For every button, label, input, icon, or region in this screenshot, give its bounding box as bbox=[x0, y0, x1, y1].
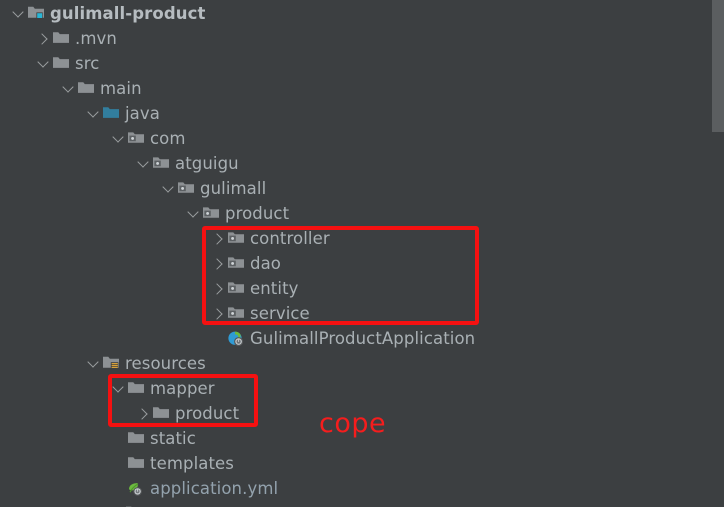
tree-row-service[interactable]: service bbox=[0, 301, 310, 326]
chevron-down-icon[interactable] bbox=[60, 76, 77, 101]
chevron-down-icon[interactable] bbox=[10, 1, 27, 26]
tree-row-entity[interactable]: entity bbox=[0, 276, 299, 301]
tree-row-label: dao bbox=[250, 254, 281, 273]
chevron-right-icon[interactable] bbox=[210, 276, 227, 301]
tree-row-templates[interactable]: templates bbox=[0, 451, 234, 476]
chevron-placeholder bbox=[110, 476, 127, 501]
tree-row-label: java bbox=[125, 104, 160, 123]
tree-row-label: com bbox=[150, 129, 186, 148]
chevron-down-icon[interactable] bbox=[110, 126, 127, 151]
package-icon bbox=[152, 151, 170, 176]
tree-row-gulimallproductapplication[interactable]: GulimallProductApplication bbox=[0, 326, 475, 351]
tree-row-controller[interactable]: controller bbox=[0, 226, 330, 251]
package-icon bbox=[202, 201, 220, 226]
tree-row-label: src bbox=[75, 54, 100, 73]
tree-row-java[interactable]: java bbox=[0, 101, 160, 126]
tree-row-label: main bbox=[100, 79, 142, 98]
package-icon bbox=[227, 226, 245, 251]
folder-icon bbox=[52, 51, 70, 76]
spring-yaml-file-icon bbox=[127, 476, 145, 501]
chevron-placeholder bbox=[210, 326, 227, 351]
vertical-scrollbar-track[interactable] bbox=[712, 0, 724, 507]
resources-root-folder-icon bbox=[102, 351, 120, 376]
tree-row-main[interactable]: main bbox=[0, 76, 142, 101]
folder-icon bbox=[127, 426, 145, 451]
tree-row-label: gulimall bbox=[200, 179, 267, 198]
tree-row-com[interactable]: com bbox=[0, 126, 186, 151]
tree-row-mapper[interactable]: mapper bbox=[0, 376, 215, 401]
folder-icon bbox=[77, 76, 95, 101]
tree-row-label: mapper bbox=[150, 379, 215, 398]
folder-icon bbox=[125, 500, 143, 507]
clipped-tree-row bbox=[0, 500, 712, 507]
tree-row--mvn[interactable]: .mvn bbox=[0, 26, 117, 51]
tree-row-static[interactable]: static bbox=[0, 426, 196, 451]
tree-row-label: service bbox=[250, 304, 310, 323]
chevron-down-icon[interactable] bbox=[85, 101, 102, 126]
package-icon bbox=[177, 176, 195, 201]
project-tree-panel: gulimall-product .mvn src main java com atguig… bbox=[0, 0, 724, 507]
chevron-down-icon[interactable] bbox=[85, 351, 102, 376]
tree-row-atguigu[interactable]: atguigu bbox=[0, 151, 239, 176]
tree-row-src[interactable]: src bbox=[0, 51, 99, 76]
spring-boot-class-icon bbox=[227, 326, 245, 351]
tree-row-label: gulimall-product bbox=[50, 4, 206, 23]
tree-row-label: resources bbox=[125, 354, 206, 373]
tree-row-label: .mvn bbox=[75, 29, 117, 48]
folder-icon bbox=[152, 401, 170, 426]
source-root-folder-icon bbox=[102, 101, 120, 126]
chevron-down-icon[interactable] bbox=[185, 201, 202, 226]
tree-row-product[interactable]: product bbox=[0, 401, 239, 426]
tree-row-application-yml[interactable]: application.yml bbox=[0, 476, 278, 501]
tree-row-gulimall-product[interactable]: gulimall-product bbox=[0, 1, 205, 26]
package-icon bbox=[227, 301, 245, 326]
chevron-down-icon[interactable] bbox=[110, 376, 127, 401]
chevron-placeholder bbox=[110, 426, 127, 451]
tree-row-product[interactable]: product bbox=[0, 201, 289, 226]
tree-row-label: GulimallProductApplication bbox=[250, 329, 476, 348]
chevron-right-icon[interactable] bbox=[35, 26, 52, 51]
chevron-right-icon[interactable] bbox=[210, 251, 227, 276]
chevron-down-icon[interactable] bbox=[135, 151, 152, 176]
tree-row-label: application.yml bbox=[150, 479, 279, 498]
tree-row-label: controller bbox=[250, 229, 330, 248]
tree-row-gulimall[interactable]: gulimall bbox=[0, 176, 266, 201]
tree-row-label: static bbox=[150, 429, 196, 448]
chevron-right-icon[interactable] bbox=[135, 401, 152, 426]
vertical-scrollbar-thumb[interactable] bbox=[712, 0, 724, 132]
chevron-down-icon[interactable] bbox=[35, 51, 52, 76]
tree-row-resources[interactable]: resources bbox=[0, 351, 206, 376]
tree-row-label: templates bbox=[150, 454, 234, 473]
package-icon bbox=[227, 276, 245, 301]
tree-row-dao[interactable]: dao bbox=[0, 251, 281, 276]
folder-icon bbox=[127, 451, 145, 476]
cope-annotation-text: cope bbox=[319, 408, 387, 439]
tree-row-label: entity bbox=[250, 279, 299, 298]
module-folder-icon bbox=[27, 1, 45, 26]
tree-row-label: product bbox=[225, 204, 290, 223]
package-icon bbox=[227, 251, 245, 276]
folder-icon bbox=[52, 26, 70, 51]
chevron-right-icon[interactable] bbox=[210, 226, 227, 251]
chevron-placeholder bbox=[110, 451, 127, 476]
chevron-right-icon[interactable] bbox=[210, 301, 227, 326]
chevron-placeholder bbox=[108, 500, 125, 507]
package-icon bbox=[127, 126, 145, 151]
folder-icon bbox=[127, 376, 145, 401]
tree-row-label: atguigu bbox=[175, 154, 239, 173]
tree-row-label: product bbox=[175, 404, 240, 423]
chevron-down-icon[interactable] bbox=[160, 176, 177, 201]
